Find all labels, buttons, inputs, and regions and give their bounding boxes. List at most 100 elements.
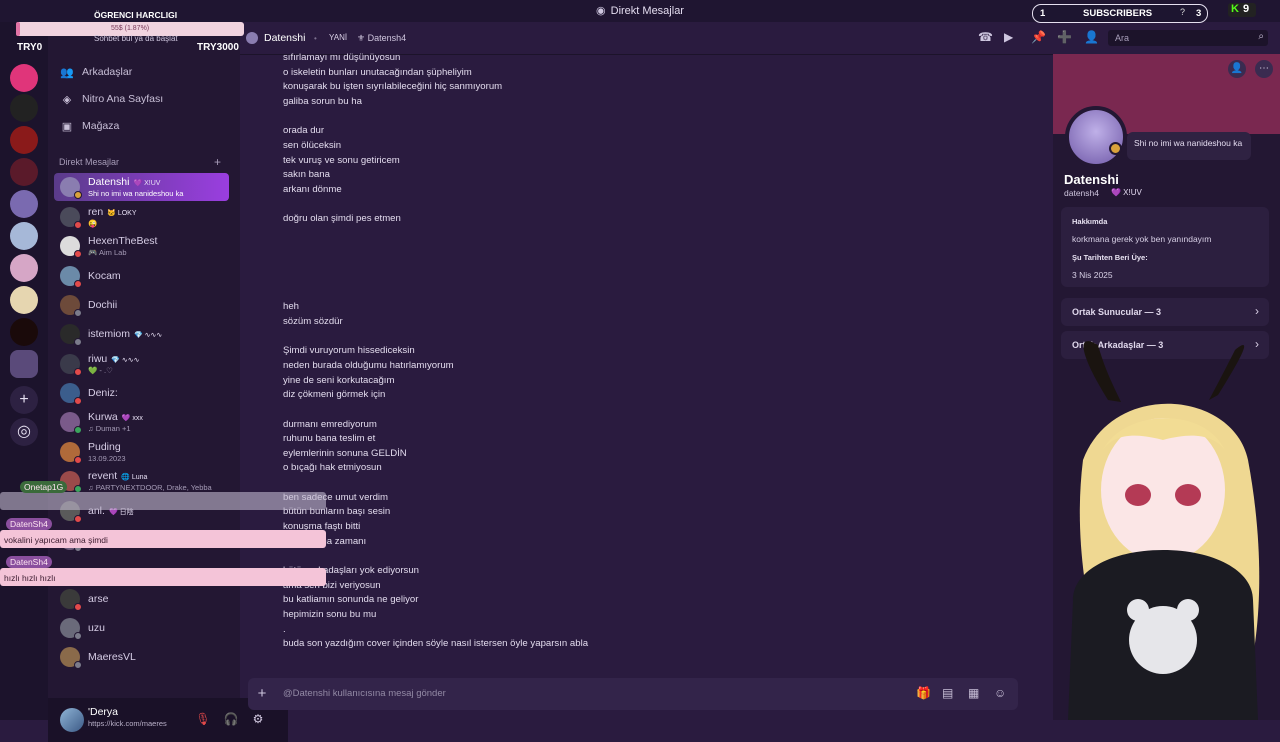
server-icon[interactable] xyxy=(10,254,38,282)
dm-name: MaeresVL xyxy=(88,651,136,663)
message-line: o iskeletin bunları unutacağından şüphel… xyxy=(283,66,472,78)
dm-item[interactable]: istemiom 💎 ∿∿∿ xyxy=(54,320,229,348)
search-icon: ⌕ xyxy=(1258,31,1264,42)
create-dm-icon[interactable]: + xyxy=(214,155,221,169)
chat-username: DatenSh4 xyxy=(6,518,52,530)
message-line: konuşarak bu işten sıyrılabileceğini hiç… xyxy=(283,81,503,93)
more-icon[interactable]: ⋯ xyxy=(1255,60,1273,78)
pin-icon[interactable]: 📌 xyxy=(1031,30,1046,44)
dm-item[interactable]: Dochii xyxy=(54,291,229,319)
profile-username: datensh4 xyxy=(1064,188,1099,198)
dm-tag: 💜 日陰 xyxy=(108,509,134,516)
status-indicator xyxy=(74,456,82,464)
dm-item[interactable]: riwu 💎 ∿∿∿ 💚 - .♡ xyxy=(54,350,229,378)
dm-name-text: revent xyxy=(88,470,118,482)
add-friend-icon[interactable]: 👤 xyxy=(1228,60,1246,78)
dm-item[interactable]: revent 🌐 Luna ♫ PARTYNEXTDOOR, Drake, Yebb… xyxy=(54,467,229,495)
sticker-icon[interactable]: ▦ xyxy=(968,686,979,700)
dm-item[interactable]: Kocam xyxy=(54,262,229,290)
server-list: + ◎ xyxy=(0,22,48,720)
goal-title: ÖGRENCI HARCLIGI xyxy=(94,10,178,20)
dm-item[interactable]: Datenshi 💜 X!UV Shi no imi wa nanideshou k… xyxy=(54,173,229,201)
dm-tag: 💎 ∿∿∿ xyxy=(134,332,163,339)
dm-name-text: Kurwa xyxy=(88,411,118,423)
dm-item[interactable]: arse xyxy=(54,585,229,613)
help-icon: ? xyxy=(1180,7,1186,17)
nitro-icon: ◈ xyxy=(62,93,72,106)
user-name: 'Derya xyxy=(88,706,119,718)
dm-item[interactable]: Deniz: xyxy=(54,379,229,407)
server-icon[interactable] xyxy=(10,64,38,92)
dm-item[interactable]: uzu xyxy=(54,614,229,642)
server-icon[interactable] xyxy=(10,190,38,218)
vtuber-avatar xyxy=(1013,340,1280,720)
user-profile-icon[interactable]: 👤 xyxy=(1084,30,1099,44)
dm-item[interactable]: ren 🐱 LOKY 😜 xyxy=(54,203,229,231)
status-indicator xyxy=(74,221,82,229)
search-input[interactable]: Ara ⌕ xyxy=(1108,30,1268,46)
status-indicator xyxy=(74,280,82,288)
mic-muted-icon[interactable]: 🎙 xyxy=(194,710,212,728)
nav-friends[interactable]: 👥 Arkadaşlar xyxy=(60,61,132,83)
dm-name: istemiom 💎 ∿∿∿ xyxy=(88,328,162,340)
headphones-icon[interactable]: 🎧 xyxy=(222,710,240,728)
message-line: o bıçağı hak etmiyosun xyxy=(283,462,382,474)
nav-nitro[interactable]: ◈ Nitro Ana Sayfası xyxy=(60,88,163,110)
message-line: . xyxy=(283,623,286,635)
kick-widget: K 9 xyxy=(1228,3,1256,17)
dm-name-text: Datenshi xyxy=(88,176,130,188)
message-line: galiba sorun bu ha xyxy=(283,95,362,107)
dm-name-text: MaeresVL xyxy=(88,651,136,663)
avatar xyxy=(246,32,258,44)
dm-name-text: HexenTheBest xyxy=(88,235,158,247)
dm-item[interactable]: Kurwa 💜 xxx ♫ Duman +1 xyxy=(54,408,229,436)
server-icon[interactable] xyxy=(10,94,38,122)
server-icon[interactable] xyxy=(10,222,38,250)
header-tag: YANİ xyxy=(329,33,348,42)
server-folder-icon[interactable] xyxy=(10,350,38,378)
gear-icon[interactable]: ⚙ xyxy=(249,710,267,728)
avatar[interactable] xyxy=(60,708,84,732)
server-icon[interactable] xyxy=(10,286,38,314)
dm-name-text: Puding xyxy=(88,441,121,453)
dm-item[interactable]: Puding 13.09.2023 xyxy=(54,438,229,466)
dm-item[interactable]: MaeresVL xyxy=(54,643,229,671)
message-line: hepimizin sonu bu mu xyxy=(283,609,377,621)
compass-icon[interactable]: ◎ xyxy=(10,418,38,446)
chat-username: DatenSh4 xyxy=(6,556,52,568)
mutual-servers[interactable]: Ortak Sunucular — 3 › xyxy=(1061,298,1269,326)
attach-icon[interactable]: + xyxy=(252,684,272,704)
subscribers-widget: 1 SUBSCRIBERS ? 3 xyxy=(1032,4,1208,23)
dm-item[interactable]: HexenTheBest 🎮 Aim Lab xyxy=(54,232,229,260)
emoji-icon[interactable]: ☺ xyxy=(994,686,1006,700)
server-icon[interactable] xyxy=(10,318,38,346)
phone-icon[interactable]: ☎ xyxy=(978,30,993,44)
message-line: sözüm sözdür xyxy=(283,315,343,327)
nav-shop[interactable]: ▣ Mağaza xyxy=(60,115,120,137)
gift-icon[interactable]: 🎁 xyxy=(916,686,931,700)
gif-icon[interactable]: ▤ xyxy=(942,686,953,700)
dm-name: Puding xyxy=(88,441,121,453)
message-composer[interactable]: + @Datenshi kullanıcısına mesaj gönder 🎁… xyxy=(248,678,1018,710)
chat-message: hızlı hızlı hızlı xyxy=(4,573,56,583)
add-server-icon[interactable]: + xyxy=(10,386,38,414)
server-icon[interactable] xyxy=(10,126,38,154)
message-line: tek vuruş ve sonu getiricem xyxy=(283,154,400,166)
chat-header: Datenshi • YANİ ⚜ Datensh4 ☎ ▶ 📌 ➕ 👤 Ara… xyxy=(240,22,1280,55)
window-title-text: Direkt Mesajlar xyxy=(610,5,684,17)
kick-count: 9 xyxy=(1243,3,1250,15)
composer-placeholder: @Datenshi kullanıcısına mesaj gönder xyxy=(283,688,446,699)
dm-name: Deniz: xyxy=(88,387,118,399)
nav-label: Nitro Ana Sayfası xyxy=(82,93,164,105)
status-indicator xyxy=(74,309,82,317)
video-icon[interactable]: ▶ xyxy=(1004,30,1013,44)
avatar[interactable] xyxy=(1065,106,1127,168)
server-icon[interactable] xyxy=(10,158,38,186)
add-friend-icon[interactable]: ➕ xyxy=(1057,30,1072,44)
dm-name: revent 🌐 Luna xyxy=(88,470,147,482)
status-indicator xyxy=(74,397,82,405)
user-status: https://kick.com/maeres xyxy=(88,719,167,728)
search-placeholder: Ara xyxy=(1115,33,1130,43)
dm-name: HexenTheBest xyxy=(88,235,157,247)
about-label: Hakkımda xyxy=(1072,217,1108,226)
